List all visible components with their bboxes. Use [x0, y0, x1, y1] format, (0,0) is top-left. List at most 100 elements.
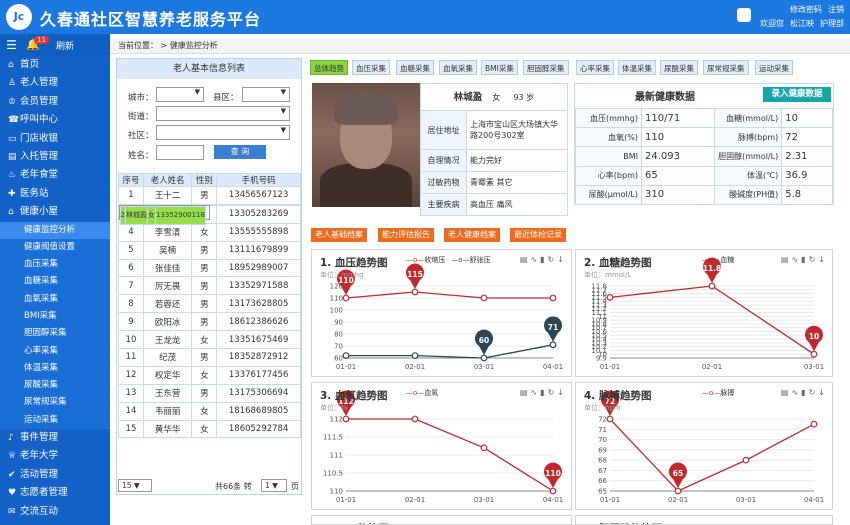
y-tick-label: 90 [334, 319, 343, 327]
page-size-select[interactable]: 15 ▼ [118, 479, 152, 492]
record-button[interactable]: 能力评估报告 [378, 228, 434, 242]
tab-item[interactable]: BMI采集 [481, 60, 518, 75]
table-row[interactable]: 10 王龙龙女 13351675469 [118, 330, 301, 350]
sidebar-item[interactable]: ⌂ 健康小屋 [0, 203, 110, 221]
y-tick-label: 66 [598, 477, 607, 485]
sidebar-item[interactable]: ♪ 事件管理 [0, 429, 110, 447]
sidebar-subitem[interactable]: 尿酸采集 [0, 377, 110, 395]
table-row[interactable]: 7 厉无畏男 13352971588 [118, 276, 301, 296]
tab-item[interactable]: 尿常规采集 [703, 60, 749, 75]
sidebar-item[interactable]: ✚ 医务站 [0, 185, 110, 203]
chart-toolbox[interactable]: ▤∿▮↻↓ [781, 255, 828, 264]
tab-item[interactable]: 总体趋势 [310, 60, 348, 75]
data-point [810, 350, 818, 358]
y-tick-label: 69 [598, 446, 607, 454]
table-cell: 10 [118, 330, 144, 350]
sidebar-subitem[interactable]: 健康阈值设置 [0, 238, 110, 257]
value-pin: 60 [474, 329, 493, 355]
table-row[interactable]: 1 王十二男 13456567123 [118, 186, 301, 205]
sidebar-subitem[interactable]: 尿常规采集 [0, 394, 110, 412]
sidebar-item[interactable]: ♔ 会员管理 [0, 93, 110, 111]
table-cell: 18605292784 [216, 419, 301, 439]
refresh-button[interactable]: 刷新 [56, 39, 74, 52]
record-button[interactable]: 老人基础档案 [311, 228, 367, 242]
sidebar-item[interactable]: ✔ 活动管理 [0, 466, 110, 484]
name-input[interactable] [156, 145, 204, 160]
sidebar-subitem[interactable]: BMI采集 [0, 308, 110, 326]
data-point [342, 415, 350, 423]
address-key: 居住地址 [420, 110, 467, 150]
change-password-link[interactable]: 修改密码 [790, 5, 822, 14]
sidebar-item[interactable]: ♨ 老年食堂 [0, 166, 110, 184]
sidebar-subitem[interactable]: 健康监控分析 [0, 221, 110, 239]
table-cell: 18352872912 [216, 348, 301, 367]
table-row[interactable]: 9 欧阳冰男 18612386626 [118, 312, 301, 332]
tab-item[interactable]: 血压采集 [352, 60, 390, 75]
tab-item[interactable]: 心率采集 [576, 60, 614, 75]
sidebar-subitem[interactable]: 血压采集 [0, 256, 110, 274]
city-select[interactable]: ▼ [156, 87, 204, 102]
trend-chart-card: 65 66 67 68 69 70 71 72 01-01 02-01 03-01 04-01 72 65… [575, 382, 833, 510]
shirt-icon[interactable] [737, 8, 751, 22]
table-cell: 女 [191, 365, 218, 385]
sidebar-item-label: 入托管理 [20, 150, 59, 162]
community-select[interactable]: ▼ [156, 125, 290, 140]
sidebar-subitem[interactable]: 运动采集 [0, 411, 110, 430]
sidebar-subitem[interactable]: 体温采集 [0, 359, 110, 378]
table-row[interactable]: 5 吴楠男 13111679899 [118, 240, 301, 260]
trend-chart-card: 9.9 10 10.1 10.2 10.3 10.4 10.5 10.6 10.7 10.8 10.… [575, 249, 833, 377]
sidebar-item[interactable]: ♙ 老人管理 [0, 74, 110, 92]
sidebar-subitem[interactable]: 胆固醇采集 [0, 325, 110, 343]
sidebar-item[interactable]: ♕ 老年大学 [0, 447, 110, 465]
x-tick-label: 03-01 [474, 496, 494, 504]
tab-item[interactable]: 血氧采集 [439, 60, 477, 75]
tab-item[interactable]: 运动采集 [755, 60, 793, 75]
sidebar-subitem[interactable]: 血氧采集 [0, 290, 110, 308]
tab-item[interactable]: 尿酸采集 [660, 60, 698, 75]
tab-item[interactable]: 体温采集 [618, 60, 656, 75]
value-label: 115 [407, 270, 423, 279]
x-tick-label: 04-01 [804, 496, 824, 504]
table-row[interactable]: 13 王东营男 13175306694 [118, 383, 301, 403]
y-tick-label: 72 [598, 416, 607, 424]
value-label: 10 [809, 332, 819, 341]
record-button[interactable]: 老人健康档案 [444, 228, 500, 242]
table-row[interactable]: 6 张佳佳男 18952989007 [118, 258, 301, 278]
chart-toolbox[interactable]: ▤∿▮↻↓ [781, 388, 828, 397]
chart-toolbox[interactable]: ▤∿▮↻↓ [520, 388, 567, 397]
table-row[interactable]: 14 韦丽丽女 18168689805 [118, 401, 301, 421]
chart-title: 1. 血压趋势图 [320, 257, 388, 269]
table-row[interactable]: 15 黄华华女 18605292784 [118, 419, 301, 439]
sidebar-item[interactable]: ▤ 入托管理 [0, 148, 110, 166]
table-row[interactable]: 11 纪茂男 18352872912 [118, 348, 301, 367]
sidebar-item[interactable]: ▭ 门店收银 [0, 130, 110, 148]
table-row[interactable]: 4 李雪清女 13555555898 [118, 222, 301, 242]
x-tick-label: 04-01 [543, 363, 563, 371]
x-tick-label: 03-01 [804, 363, 824, 371]
query-button[interactable]: 查 询 [214, 145, 266, 159]
sidebar-subitem[interactable]: 心率采集 [0, 342, 110, 360]
tab-item[interactable]: 血糖采集 [396, 60, 434, 75]
chart-toolbox[interactable]: ▤∿▮↻↓ [520, 255, 567, 264]
sidebar-item[interactable]: ✉ 交流互动 [0, 503, 110, 521]
menu-icon[interactable]: ☰ [6, 38, 17, 52]
sidebar-item[interactable]: ♥ 志愿者管理 [0, 484, 110, 502]
table-row[interactable]: 8 若蓉还男 13173628805 [118, 294, 301, 314]
sidebar-item-label: 志愿者管理 [20, 487, 68, 499]
trend-chart-card: 6. 胆固醇趋势图 [575, 515, 833, 525]
table-row[interactable]: 12 权定华女 13376177456 [118, 365, 301, 385]
logout-link[interactable]: 注销 [828, 5, 844, 14]
data-point [549, 341, 557, 349]
page-input[interactable]: 1 ▼ [261, 479, 287, 492]
sidebar-item[interactable]: ☎呼叫中心 [0, 111, 110, 129]
x-tick-label: 03-01 [736, 496, 756, 504]
county-select[interactable]: ▼ [242, 87, 290, 102]
sidebar-subitem[interactable]: 血糖采集 [0, 273, 110, 291]
table-row[interactable]: 2 林城盈女 13352900118 [118, 204, 210, 225]
data-point [342, 294, 350, 302]
street-select[interactable]: ▼ [156, 106, 290, 121]
record-button[interactable]: 最近体检记录 [510, 228, 566, 242]
sidebar-item[interactable]: ⌂ 首页 [0, 56, 110, 74]
enter-health-data-button[interactable]: 录入健康数据 [763, 87, 831, 102]
tab-item[interactable]: 胆固醇采集 [523, 60, 569, 75]
